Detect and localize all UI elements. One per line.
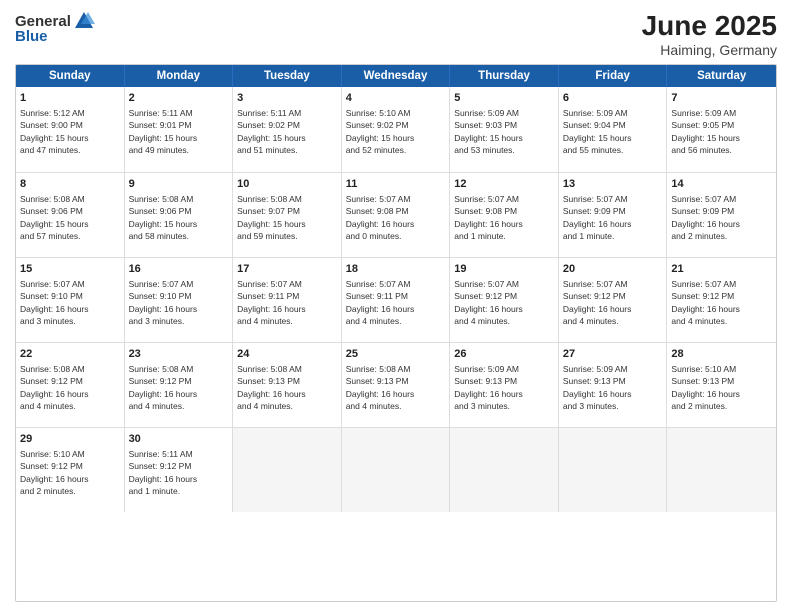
header-sunday: Sunday bbox=[16, 65, 125, 87]
header-saturday: Saturday bbox=[667, 65, 776, 87]
page: General Blue June 2025 Haiming, Germany … bbox=[0, 0, 792, 612]
header: General Blue June 2025 Haiming, Germany bbox=[15, 10, 777, 58]
table-row bbox=[342, 428, 451, 512]
table-row: 6Sunrise: 5:09 AMSunset: 9:04 PMDaylight… bbox=[559, 87, 668, 172]
table-row: 1Sunrise: 5:12 AMSunset: 9:00 PMDaylight… bbox=[16, 87, 125, 172]
table-row: 19Sunrise: 5:07 AMSunset: 9:12 PMDayligh… bbox=[450, 258, 559, 342]
table-row: 11Sunrise: 5:07 AMSunset: 9:08 PMDayligh… bbox=[342, 173, 451, 257]
calendar-header: Sunday Monday Tuesday Wednesday Thursday… bbox=[16, 65, 776, 87]
table-row bbox=[559, 428, 668, 512]
logo-blue: Blue bbox=[15, 28, 48, 45]
week-5: 29Sunrise: 5:10 AMSunset: 9:12 PMDayligh… bbox=[16, 427, 776, 512]
table-row: 8Sunrise: 5:08 AMSunset: 9:06 PMDaylight… bbox=[16, 173, 125, 257]
calendar-body: 1Sunrise: 5:12 AMSunset: 9:00 PMDaylight… bbox=[16, 87, 776, 597]
table-row: 24Sunrise: 5:08 AMSunset: 9:13 PMDayligh… bbox=[233, 343, 342, 427]
table-row: 12Sunrise: 5:07 AMSunset: 9:08 PMDayligh… bbox=[450, 173, 559, 257]
table-row: 2Sunrise: 5:11 AMSunset: 9:01 PMDaylight… bbox=[125, 87, 234, 172]
table-row: 3Sunrise: 5:11 AMSunset: 9:02 PMDaylight… bbox=[233, 87, 342, 172]
table-row: 14Sunrise: 5:07 AMSunset: 9:09 PMDayligh… bbox=[667, 173, 776, 257]
table-row bbox=[233, 428, 342, 512]
table-row: 4Sunrise: 5:10 AMSunset: 9:02 PMDaylight… bbox=[342, 87, 451, 172]
week-1: 1Sunrise: 5:12 AMSunset: 9:00 PMDaylight… bbox=[16, 87, 776, 172]
table-row: 27Sunrise: 5:09 AMSunset: 9:13 PMDayligh… bbox=[559, 343, 668, 427]
week-2: 8Sunrise: 5:08 AMSunset: 9:06 PMDaylight… bbox=[16, 172, 776, 257]
table-row: 28Sunrise: 5:10 AMSunset: 9:13 PMDayligh… bbox=[667, 343, 776, 427]
header-monday: Monday bbox=[125, 65, 234, 87]
table-row: 22Sunrise: 5:08 AMSunset: 9:12 PMDayligh… bbox=[16, 343, 125, 427]
table-row: 5Sunrise: 5:09 AMSunset: 9:03 PMDaylight… bbox=[450, 87, 559, 172]
table-row: 21Sunrise: 5:07 AMSunset: 9:12 PMDayligh… bbox=[667, 258, 776, 342]
location: Haiming, Germany bbox=[642, 42, 777, 58]
logo-icon bbox=[73, 10, 95, 32]
table-row: 17Sunrise: 5:07 AMSunset: 9:11 PMDayligh… bbox=[233, 258, 342, 342]
table-row bbox=[667, 428, 776, 512]
week-4: 22Sunrise: 5:08 AMSunset: 9:12 PMDayligh… bbox=[16, 342, 776, 427]
table-row: 9Sunrise: 5:08 AMSunset: 9:06 PMDaylight… bbox=[125, 173, 234, 257]
table-row: 7Sunrise: 5:09 AMSunset: 9:05 PMDaylight… bbox=[667, 87, 776, 172]
logo-general: General bbox=[15, 13, 71, 30]
calendar: Sunday Monday Tuesday Wednesday Thursday… bbox=[15, 64, 777, 602]
table-row: 23Sunrise: 5:08 AMSunset: 9:12 PMDayligh… bbox=[125, 343, 234, 427]
table-row: 15Sunrise: 5:07 AMSunset: 9:10 PMDayligh… bbox=[16, 258, 125, 342]
table-row: 13Sunrise: 5:07 AMSunset: 9:09 PMDayligh… bbox=[559, 173, 668, 257]
table-row: 16Sunrise: 5:07 AMSunset: 9:10 PMDayligh… bbox=[125, 258, 234, 342]
month-title: June 2025 bbox=[642, 10, 777, 42]
header-thursday: Thursday bbox=[450, 65, 559, 87]
table-row: 30Sunrise: 5:11 AMSunset: 9:12 PMDayligh… bbox=[125, 428, 234, 512]
table-row: 20Sunrise: 5:07 AMSunset: 9:12 PMDayligh… bbox=[559, 258, 668, 342]
table-row: 26Sunrise: 5:09 AMSunset: 9:13 PMDayligh… bbox=[450, 343, 559, 427]
header-friday: Friday bbox=[559, 65, 668, 87]
table-row: 18Sunrise: 5:07 AMSunset: 9:11 PMDayligh… bbox=[342, 258, 451, 342]
table-row bbox=[450, 428, 559, 512]
title-block: June 2025 Haiming, Germany bbox=[642, 10, 777, 58]
header-wednesday: Wednesday bbox=[342, 65, 451, 87]
table-row: 29Sunrise: 5:10 AMSunset: 9:12 PMDayligh… bbox=[16, 428, 125, 512]
table-row: 25Sunrise: 5:08 AMSunset: 9:13 PMDayligh… bbox=[342, 343, 451, 427]
header-tuesday: Tuesday bbox=[233, 65, 342, 87]
logo: General Blue bbox=[15, 10, 95, 45]
week-3: 15Sunrise: 5:07 AMSunset: 9:10 PMDayligh… bbox=[16, 257, 776, 342]
table-row: 10Sunrise: 5:08 AMSunset: 9:07 PMDayligh… bbox=[233, 173, 342, 257]
